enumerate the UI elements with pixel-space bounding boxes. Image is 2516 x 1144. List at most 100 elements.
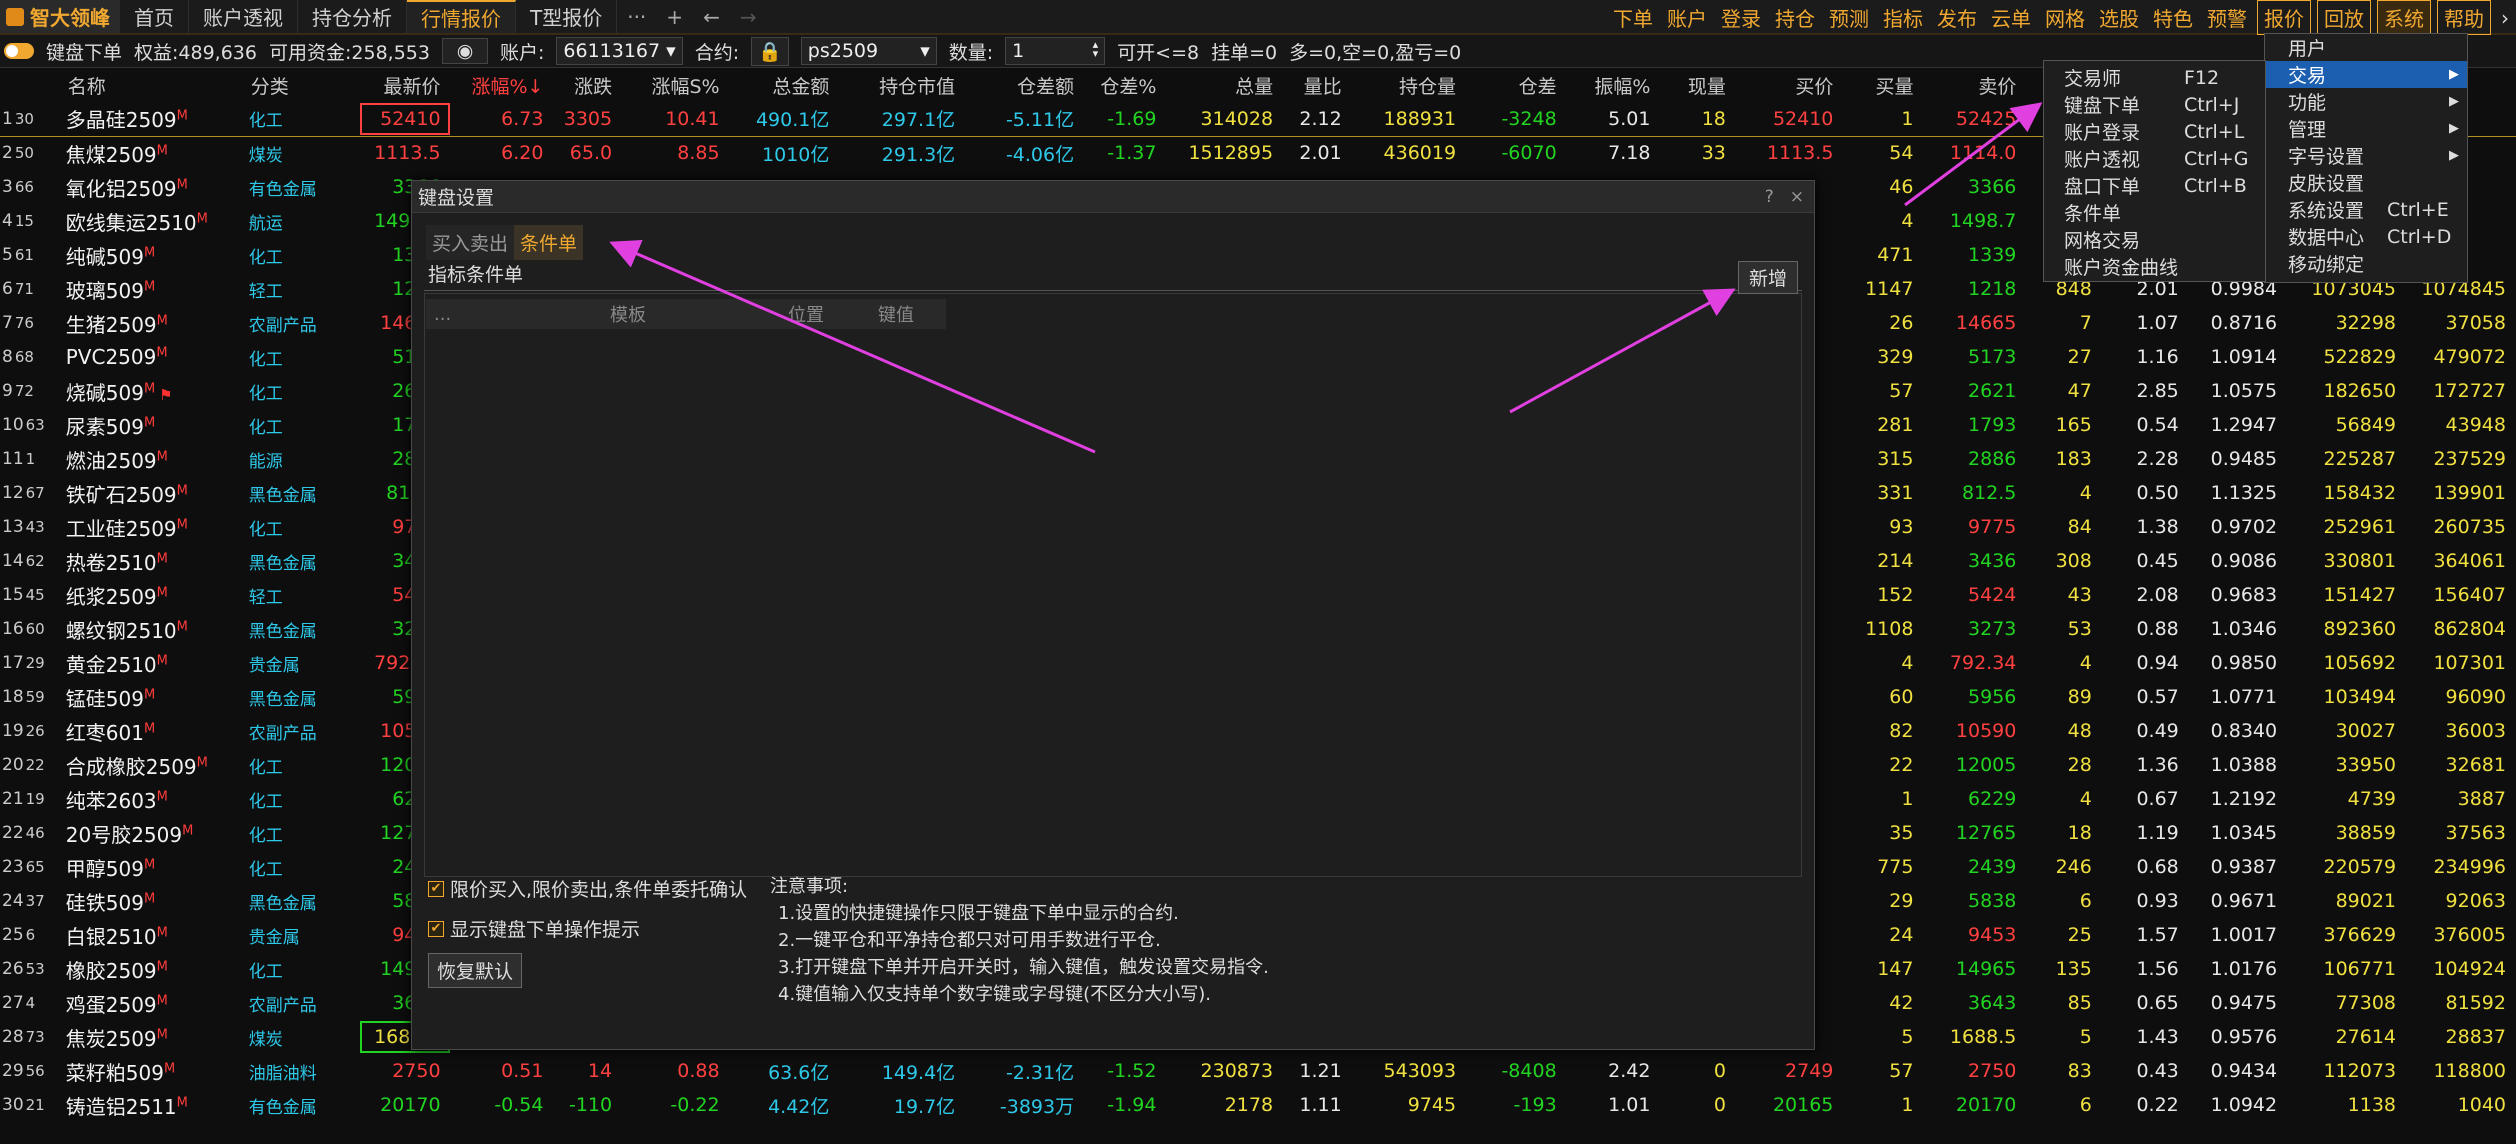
contract-name[interactable]: 纯碱509M	[62, 238, 245, 272]
checkbox-checked-icon[interactable]: ✔	[428, 880, 444, 897]
contract-name[interactable]: 烧碱509M ⚑	[62, 374, 245, 408]
restore-default-button[interactable]: 恢复默认	[428, 953, 523, 988]
tab-condition-order[interactable]: 条件单	[514, 225, 584, 260]
trade-menu-item[interactable]: 网格交易	[2044, 226, 2265, 253]
contract-select[interactable]: ps2509 ▾	[800, 37, 937, 65]
menu-8[interactable]: 网格	[2038, 3, 2092, 32]
contract-name[interactable]: 玻璃509M	[62, 272, 245, 306]
contract-name[interactable]: 工业硅2509M	[62, 510, 245, 544]
trade-menu-item[interactable]: 账户透视 Ctrl+G	[2044, 145, 2265, 172]
column-header[interactable]: 振幅%	[1566, 68, 1661, 102]
contract-name[interactable]: 燃油2509M	[62, 442, 245, 476]
column-header[interactable]: 涨幅S%	[622, 68, 730, 102]
menu-3[interactable]: 持仓	[1768, 3, 1822, 32]
menu-4[interactable]: 预测	[1822, 3, 1876, 32]
tab-account-view[interactable]: 账户透视	[189, 0, 298, 33]
add-button[interactable]: 新增	[1737, 261, 1798, 294]
menu-boxed-1[interactable]: 回放	[2317, 0, 2371, 35]
menu-6[interactable]: 发布	[1930, 3, 1984, 32]
menu-boxed-2[interactable]: 系统	[2377, 0, 2431, 35]
keyboard-order-toggle[interactable]	[4, 43, 34, 59]
add-tab-icon[interactable]: +	[656, 0, 693, 33]
column-header[interactable]: 总金额	[729, 68, 840, 102]
system-menu-item[interactable]: 用户	[2265, 34, 2467, 61]
column-header[interactable]: 卖价	[1923, 68, 2027, 102]
contract-name[interactable]: 铁矿石2509M	[62, 476, 245, 510]
column-header[interactable]: 买量	[1843, 68, 1924, 102]
tab-buy-sell[interactable]: 买入卖出	[426, 225, 515, 260]
menu-boxed-0[interactable]: 报价	[2257, 0, 2311, 35]
system-menu-item[interactable]: 皮肤设置	[2265, 169, 2467, 196]
contract-name[interactable]: 甲醇509M	[62, 850, 245, 884]
contract-name[interactable]: 螺纹钢2510M	[62, 612, 245, 646]
contract-name[interactable]: 生猪2509M	[62, 306, 245, 340]
contract-name[interactable]: 红枣601M	[62, 714, 245, 748]
column-header[interactable]: 仓差额	[965, 68, 1085, 102]
eye-icon[interactable]: ◉	[441, 38, 488, 64]
menu-1[interactable]: 账户	[1660, 3, 1714, 32]
column-header[interactable]: 仓差	[1466, 68, 1567, 102]
menu-2[interactable]: 登录	[1714, 3, 1768, 32]
system-menu-item[interactable]: 移动绑定	[2265, 250, 2467, 277]
column-header[interactable]: 总量	[1166, 68, 1284, 102]
system-menu-item[interactable]: 数据中心 Ctrl+D	[2265, 223, 2467, 250]
tab-quotes[interactable]: 行情报价	[407, 0, 516, 33]
contract-name[interactable]: 鸡蛋2509M	[62, 986, 245, 1020]
column-header[interactable]: 持仓市值	[839, 68, 966, 102]
contract-name[interactable]: 尿素509M	[62, 408, 245, 442]
column-header[interactable]: 最新价	[359, 68, 451, 102]
menu-5[interactable]: 指标	[1876, 3, 1930, 32]
column-header[interactable]: 分类	[244, 68, 360, 102]
menu-9[interactable]: 选股	[2092, 3, 2146, 32]
contract-name[interactable]: 合成橡胶2509M	[62, 748, 245, 782]
checkbox-checked-icon[interactable]: ✔	[428, 920, 444, 937]
column-header[interactable]: 买价	[1735, 68, 1844, 102]
contract-name[interactable]: 多晶硅2509M	[61, 102, 245, 137]
trade-menu-item[interactable]: 键盘下单 Ctrl+J	[2044, 91, 2265, 118]
table-row[interactable]: 30 21 铸造铝2511M 有色金属 20170 -0.54 -110 -0.22 4.42亿…	[0, 1088, 2516, 1122]
back-arrow-icon[interactable]: ←	[693, 0, 730, 33]
menu-0[interactable]: 下单	[1606, 3, 1660, 32]
system-menu-item[interactable]: 交易 ▶	[2265, 61, 2467, 88]
tab-position-analysis[interactable]: 持仓分析	[298, 0, 407, 33]
contract-name[interactable]: PVC2509M	[62, 340, 245, 374]
trade-menu-item[interactable]: 交易师 F12	[2044, 64, 2265, 91]
trade-menu-item[interactable]: 账户登录 Ctrl+L	[2044, 118, 2265, 145]
trade-menu-item[interactable]: 盘口下单 Ctrl+B	[2044, 172, 2265, 199]
close-icon[interactable]: ×	[1790, 187, 1804, 207]
contract-name[interactable]: 焦炭2509M	[62, 1020, 245, 1054]
contract-name[interactable]: 热卷2510M	[62, 544, 245, 578]
trade-menu-item[interactable]: 账户资金曲线	[2044, 253, 2265, 280]
tab-home[interactable]: 首页	[120, 0, 189, 33]
column-header[interactable]: 涨跌	[553, 68, 623, 102]
column-header[interactable]: 量比	[1283, 68, 1352, 102]
tab-t-quotes[interactable]: T型报价	[516, 0, 618, 33]
contract-name[interactable]: 黄金2510M	[62, 646, 245, 680]
column-header[interactable]: 涨幅%↓	[450, 68, 554, 102]
help-icon[interactable]: ?	[1765, 187, 1774, 207]
lock-icon[interactable]: 🔒	[751, 36, 789, 66]
contract-name[interactable]: 20号胶2509M	[62, 816, 245, 850]
system-menu-item[interactable]: 字号设置 ▶	[2265, 142, 2467, 169]
system-menu-item[interactable]: 功能 ▶	[2265, 88, 2467, 115]
contract-name[interactable]: 硅铁509M	[62, 884, 245, 918]
more-tabs-icon[interactable]: ···	[617, 0, 656, 33]
system-menu-item[interactable]: 管理 ▶	[2265, 115, 2467, 142]
contract-name[interactable]: 纯苯2603M	[62, 782, 245, 816]
column-header[interactable]: 现量	[1660, 68, 1736, 102]
quantity-stepper[interactable]: 1 ▴ ▾	[1005, 37, 1106, 65]
trade-menu-item[interactable]: 条件单	[2044, 199, 2265, 226]
stepper-arrows-icon[interactable]: ▴ ▾	[1093, 39, 1099, 62]
confirm-checkbox-row[interactable]: ✔ 限价买入,限价卖出,条件单委托确认	[428, 875, 747, 902]
column-header[interactable]: 名称	[61, 68, 245, 102]
contract-name[interactable]: 氧化铝2509M	[62, 170, 245, 204]
menu-7[interactable]: 云单	[1984, 3, 2038, 32]
account-select[interactable]: 66113167 ▾	[556, 37, 683, 65]
forward-arrow-icon[interactable]: →	[730, 0, 767, 33]
menu-11[interactable]: 预警	[2200, 3, 2254, 32]
contract-name[interactable]: 菜籽粕509M	[62, 1054, 245, 1088]
contract-name[interactable]: 欧线集运2510M	[62, 204, 245, 238]
table-row[interactable]: 29 56 菜籽粕509M 油脂油料 2750 0.51 14 0.88 63.6亿 149.4亿…	[0, 1054, 2516, 1088]
menu-10[interactable]: 特色	[2146, 3, 2200, 32]
contract-name[interactable]: 焦煤2509M	[62, 136, 245, 170]
